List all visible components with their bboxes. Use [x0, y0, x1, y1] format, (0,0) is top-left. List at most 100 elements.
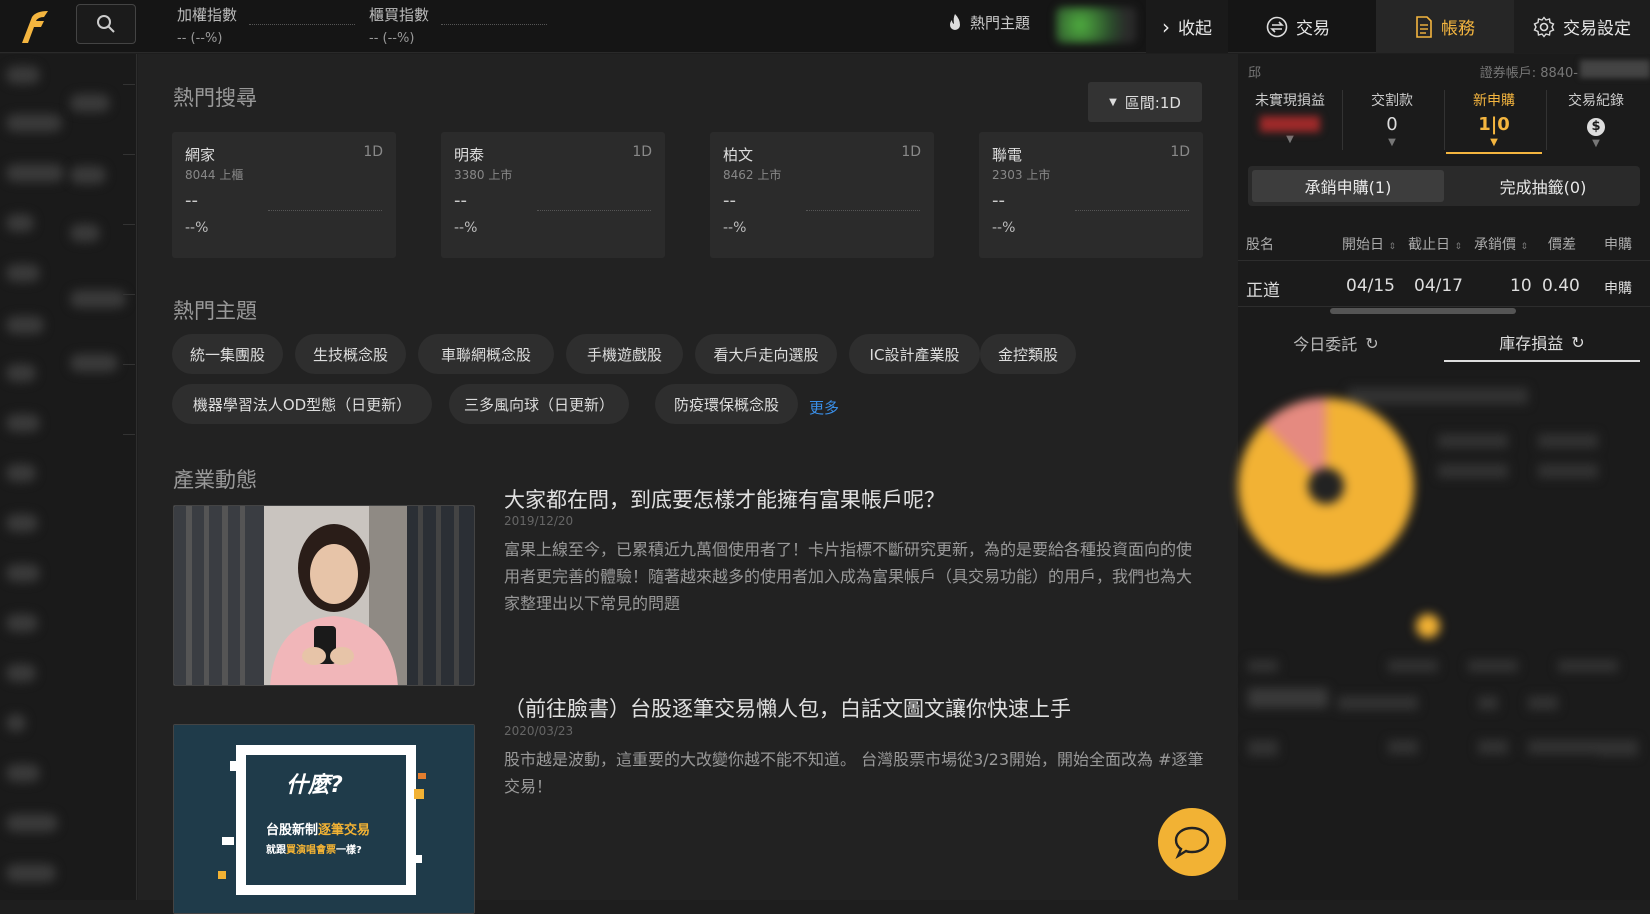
dollar-icon: $ [1548, 114, 1644, 136]
collapse-button[interactable]: › 收起 [1146, 0, 1228, 53]
theme-tag[interactable]: 機器學習法人OD型態（日更新） [172, 384, 432, 424]
col-header-label: 截止日 [1408, 237, 1450, 253]
blurred-item [70, 354, 118, 372]
promo-title: 什麼? [286, 773, 343, 798]
article-title[interactable]: （前往臉書）台股逐筆交易懶人包，白話文圖文讓你快速上手 [504, 693, 1071, 723]
tab-label: 未實現損益 [1255, 93, 1325, 109]
sort-icon: ⇕ [1454, 242, 1462, 252]
woman-phone-image [174, 506, 474, 685]
theme-tag[interactable]: 生技概念股 [295, 334, 406, 374]
article-date: 2020/03/23 [504, 724, 574, 738]
stock-name: 柏文 [723, 146, 754, 164]
watchlist-panel [0, 54, 137, 900]
blurred-item [6, 264, 40, 282]
cell-price: 10 [1510, 276, 1532, 296]
collapse-label: 收起 [1178, 19, 1212, 39]
hot-topics-link[interactable]: 熱門主題 [946, 12, 1030, 33]
index-value: -- (--%) [177, 31, 223, 46]
blurred-item [70, 224, 100, 242]
trade-button[interactable]: 交易 [1266, 0, 1330, 53]
blurred-item [6, 214, 34, 232]
logo-icon [22, 10, 48, 43]
user-label: 邱 [1248, 66, 1262, 81]
theme-tag[interactable]: 車聯網概念股 [418, 334, 554, 374]
col-header-price[interactable]: 承銷價 ⇕ [1474, 234, 1528, 254]
account-button[interactable]: 帳務 [1376, 0, 1514, 53]
theme-tag[interactable]: 金控類股 [980, 334, 1076, 374]
col-header-diff: 價差 [1548, 237, 1576, 253]
blurred-item [6, 464, 36, 482]
stock-price: -- [185, 190, 198, 211]
index-otc[interactable]: 櫃買指數 -- (--%) [369, 4, 559, 48]
blurred-item [6, 814, 58, 832]
theme-tag[interactable]: 三多風向球（日更新） [449, 384, 629, 424]
more-link[interactable]: 更多 [809, 397, 839, 418]
divider [1444, 90, 1445, 150]
divider [123, 84, 135, 85]
tab-new-subscription[interactable]: 新申購 1|0 ▼ [1446, 90, 1542, 154]
tab-label: 庫存損益 [1499, 334, 1564, 353]
chat-button[interactable] [1158, 808, 1226, 876]
fugle-logo[interactable] [0, 0, 68, 53]
col-header-action: 申購 [1604, 237, 1632, 253]
caret-down-icon: ▼ [1592, 138, 1600, 149]
subscription-segmented-control: 承銷申購(1) 完成抽籤(0) [1248, 166, 1640, 206]
divider [123, 294, 135, 295]
subscribe-button[interactable]: 申購 [1604, 278, 1632, 298]
tab-label: 交割款 [1371, 93, 1413, 109]
stock-card[interactable]: 柏文 1D 8462 上市 -- --% [710, 132, 934, 258]
tab-inventory-pnl[interactable]: 庫存損益 ↻ [1444, 324, 1640, 362]
blurred-item [6, 114, 62, 132]
article-title[interactable]: 大家都在問，到底要怎樣才能擁有富果帳戶呢？ [504, 484, 945, 514]
segment-lottery-done[interactable]: 完成抽籤(0) [1448, 170, 1638, 202]
trade-label: 交易 [1296, 19, 1330, 39]
tab-today-orders[interactable]: 今日委託 ↻ [1238, 324, 1434, 362]
col-header-start[interactable]: 開始日 ⇕ [1342, 234, 1396, 254]
stock-sparkline [268, 210, 382, 211]
stock-card[interactable]: 聯電 1D 2303 上市 -- --% [979, 132, 1203, 258]
blurred-item [6, 364, 36, 382]
caret-down-icon: ▼ [1388, 137, 1396, 148]
promo-text: 就跟 [266, 845, 286, 856]
blurred-inventory-area [1238, 370, 1650, 900]
cell-diff: 0.40 [1542, 276, 1580, 296]
theme-tag[interactable]: 看大戶走向選股 [695, 334, 837, 374]
col-header-label: 承銷價 [1474, 237, 1516, 253]
segment-underwriting[interactable]: 承銷申購(1) [1252, 170, 1444, 202]
theme-tag[interactable]: 統一集團股 [172, 334, 283, 374]
stock-card[interactable]: 明泰 1D 3380 上市 -- --% [441, 132, 665, 258]
document-icon [1416, 15, 1432, 38]
blurred-item [6, 564, 40, 582]
article-thumbnail[interactable]: 什麼? 台股新制逐筆交易 就跟買演唱會票一樣? [173, 724, 475, 914]
account-number-mask [1580, 60, 1650, 78]
theme-tag[interactable]: IC設計產業股 [849, 334, 980, 374]
stock-sparkline [1075, 210, 1189, 211]
tab-trade-history[interactable]: 交易紀錄 $ ▼ [1548, 90, 1644, 154]
account-panel: 邱 證券帳戶: 8840- 未實現損益 ▼ 交割款 0 ▼ 新申購 1|0 ▼ … [1238, 54, 1650, 900]
tab-unrealized-pnl[interactable]: 未實現損益 ▼ [1242, 90, 1338, 154]
article-date: 2019/12/20 [504, 514, 574, 528]
promo-caption: 就跟買演唱會票一樣? [266, 841, 362, 856]
blurred-item [70, 94, 110, 112]
article-thumbnail[interactable] [173, 505, 475, 686]
blurred-item [6, 164, 64, 182]
table-scrollbar[interactable] [1330, 308, 1516, 314]
stock-card[interactable]: 網家 1D 8044 上櫃 -- --% [172, 132, 396, 258]
trade-settings-button[interactable]: 交易設定 [1514, 0, 1650, 53]
search-icon [97, 15, 115, 33]
exchange-icon [1266, 16, 1288, 37]
stock-code: 8044 上櫃 [185, 168, 244, 182]
range-label: 區間:1D [1124, 93, 1181, 112]
tab-label: 新申購 [1473, 93, 1515, 109]
search-button[interactable] [76, 4, 136, 44]
index-taiex[interactable]: 加權指數 -- (--%) [177, 4, 367, 48]
tab-settlement[interactable]: 交割款 0 ▼ [1344, 90, 1440, 154]
theme-tag[interactable]: 防疫環保概念股 [655, 384, 798, 424]
col-header-end[interactable]: 截止日 ⇕ [1408, 234, 1462, 254]
theme-tag[interactable]: 手機遊戲股 [566, 334, 683, 374]
stock-name: 網家 [185, 146, 216, 164]
stock-change: --% [723, 220, 747, 236]
user-avatar[interactable] [1056, 7, 1136, 43]
range-dropdown[interactable]: ▼ 區間:1D [1088, 82, 1202, 122]
stock-code: 3380 上市 [454, 168, 513, 182]
